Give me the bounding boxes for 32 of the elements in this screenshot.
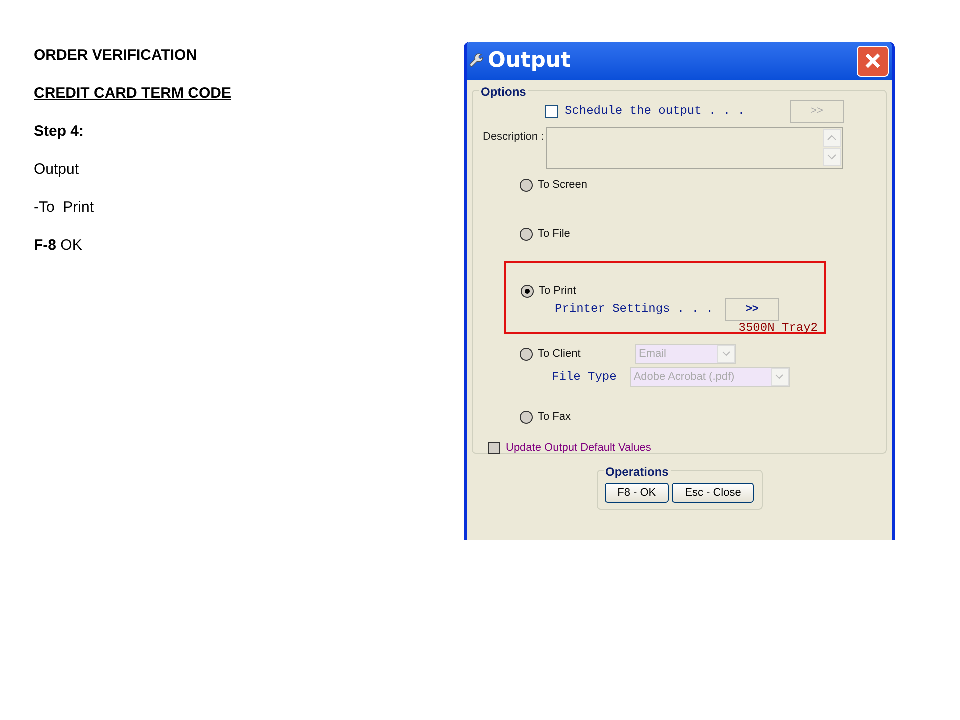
radio-button[interactable] [520, 178, 533, 192]
instruction-text: -To Print [34, 198, 94, 218]
radio-label: To Screen [538, 178, 588, 193]
radio-label: To Fax [538, 410, 572, 425]
radio-label: To Client [538, 346, 582, 362]
window-title: Output [488, 47, 571, 74]
settings-label: Printer Settings . . . [555, 301, 714, 318]
description-field[interactable] [546, 127, 843, 169]
radio-label: To File [538, 227, 570, 242]
close-button[interactable] [857, 46, 889, 76]
checkbox-label: Update Output Default Values [506, 441, 652, 456]
checkbox-label: Schedule the output . . . [565, 103, 746, 120]
radio-button[interactable] [520, 348, 533, 360]
heading: CREDIT CARD TERM CODE [34, 84, 232, 104]
heading: Step 4: [34, 122, 84, 142]
dialog-button[interactable]: F8 - OK [604, 483, 670, 503]
radio-button[interactable] [520, 228, 533, 241]
printer-settings-button[interactable]: >> [725, 298, 780, 320]
wrench-icon [469, 53, 485, 69]
instruction-text: Output [34, 160, 80, 180]
radio-button[interactable] [521, 284, 534, 298]
checkbox[interactable] [488, 442, 500, 454]
heading: ORDER VERIFICATION [34, 46, 198, 66]
dialog-button[interactable]: Esc - Close [672, 483, 754, 503]
close-icon [864, 52, 882, 70]
radio-button[interactable] [520, 410, 533, 424]
instruction-text: F-8 OK [34, 236, 82, 256]
field-label: File Type [552, 369, 617, 386]
radio-label: To Print [539, 284, 576, 299]
printer-name: 3500N Tray2 [738, 320, 818, 334]
checkbox[interactable] [545, 104, 558, 118]
field-label: Description : [483, 130, 546, 145]
